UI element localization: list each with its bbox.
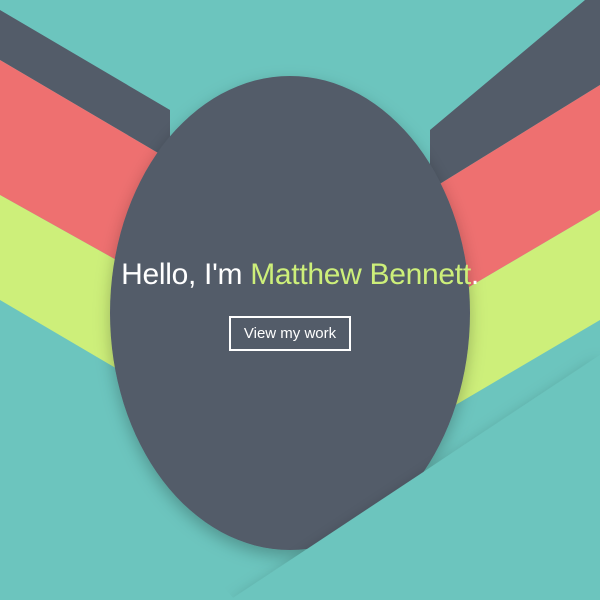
view-my-work-button[interactable]: View my work <box>229 316 351 351</box>
headline-period: . <box>470 258 479 291</box>
hero-section: Hello, I'm Matthew Bennett. View my work <box>0 0 600 600</box>
headline: Hello, I'm Matthew Bennett. <box>0 256 600 294</box>
name-text: Matthew Bennett <box>250 258 471 291</box>
hero-content: Hello, I'm Matthew Bennett. View my work <box>0 0 600 600</box>
greeting-text: Hello, I'm <box>121 258 251 291</box>
